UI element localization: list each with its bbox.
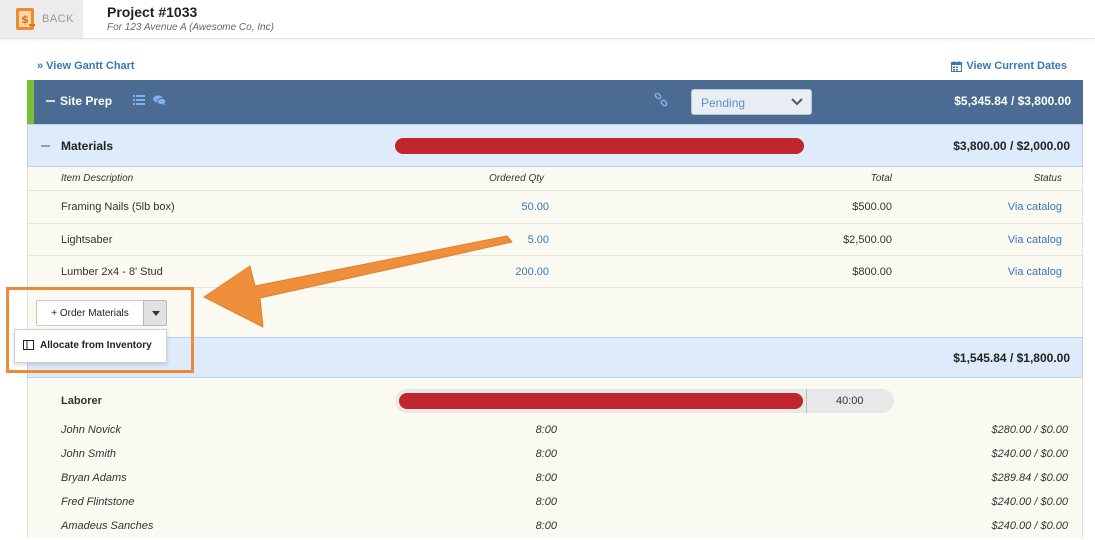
laborer-name: Amadeus Sanches (61, 520, 154, 532)
item-qty[interactable]: 5.00 (528, 234, 549, 246)
materials-section-header[interactable]: Materials $3,800.00 / $2,000.00 (27, 124, 1083, 167)
materials-progress-bar (395, 138, 804, 154)
laborer-hours: 8:00 (535, 496, 557, 508)
highlight-annotation-box (6, 287, 194, 373)
column-header-status: Status (1033, 173, 1062, 184)
collapse-icon[interactable] (46, 100, 55, 102)
laborer-hours: 8:00 (535, 520, 557, 532)
column-header-total: Total (870, 173, 892, 184)
list-item: Bryan Adams 8:00 $289.84 / $0.00 (28, 468, 1082, 492)
item-total: $2,500.00 (843, 234, 892, 246)
labor-progress-bar (399, 393, 803, 409)
svg-text:$: $ (21, 13, 29, 26)
table-row: Framing Nails (5lb box) 50.00 $500.00 Vi… (28, 190, 1082, 224)
item-description: Framing Nails (5lb box) (61, 201, 175, 213)
item-status-link[interactable]: Via catalog (1008, 201, 1062, 213)
list-item: Amadeus Sanches 8:00 $240.00 / $0.00 (28, 516, 1082, 540)
status-value: Pending (701, 96, 746, 110)
status-select[interactable]: Pending (691, 89, 812, 115)
item-status-link[interactable]: Via catalog (1008, 234, 1062, 246)
materials-title: Materials (61, 139, 114, 153)
laborer-hours: 8:00 (535, 424, 557, 436)
item-total: $800.00 (852, 266, 892, 278)
labor-total: $1,545.84 / $1,800.00 (953, 351, 1070, 365)
labor-progress-divider (806, 389, 807, 413)
project-title: Project #1033 (107, 4, 198, 20)
item-qty[interactable]: 200.00 (515, 266, 549, 278)
item-status-link[interactable]: Via catalog (1008, 266, 1062, 278)
document-dollar-icon: $ (16, 8, 35, 30)
laborer-cost: $240.00 / $0.00 (991, 496, 1068, 508)
calendar-icon (951, 60, 963, 72)
laborer-hours: 8:00 (535, 448, 557, 460)
item-qty[interactable]: 50.00 (521, 201, 549, 213)
view-current-dates-link[interactable]: View Current Dates (951, 60, 1067, 72)
laborer-cost: $280.00 / $0.00 (991, 424, 1068, 436)
page-header: $ BACK Project #1033 For 123 Avenue A (A… (0, 0, 1095, 39)
site-prep-section-header[interactable]: Site Prep Pending $5,345.84 / $3,800.00 (27, 80, 1083, 124)
laborer-name: Bryan Adams (61, 472, 127, 484)
chat-icon[interactable] (153, 95, 166, 106)
labor-table: Laborer 40:00 John Novick 8:00 $280.00 /… (27, 378, 1083, 538)
collapse-icon[interactable] (41, 145, 50, 147)
laborer-cost: $289.84 / $0.00 (991, 472, 1068, 484)
table-row: Lightsaber 5.00 $2,500.00 Via catalog (28, 223, 1082, 257)
column-header-qty: Ordered Qty (489, 173, 545, 184)
chevron-down-icon (791, 98, 803, 106)
list-icon[interactable] (133, 95, 145, 105)
materials-total: $3,800.00 / $2,000.00 (953, 139, 1070, 153)
back-button[interactable]: $ BACK (0, 0, 83, 38)
view-gantt-chart-link[interactable]: » View Gantt Chart (37, 60, 135, 72)
laborer-hours: 8:00 (535, 472, 557, 484)
list-item: John Novick 8:00 $280.00 / $0.00 (28, 420, 1082, 444)
laborer-label: Laborer (61, 395, 102, 407)
laborer-cost: $240.00 / $0.00 (991, 520, 1068, 532)
link-icon[interactable] (654, 93, 668, 107)
project-subtitle: For 123 Avenue A (Awesome Co, Inc) (107, 22, 274, 33)
column-header-description: Item Description (61, 173, 134, 184)
site-prep-title: Site Prep (60, 94, 113, 108)
list-item: John Smith 8:00 $240.00 / $0.00 (28, 444, 1082, 468)
item-total: $500.00 (852, 201, 892, 213)
item-description: Lightsaber (61, 234, 113, 246)
view-current-dates-label: View Current Dates (966, 60, 1067, 72)
list-item: Fred Flintstone 8:00 $240.00 / $0.00 (28, 492, 1082, 516)
site-prep-total: $5,345.84 / $3,800.00 (954, 94, 1071, 108)
laborer-name: John Smith (61, 448, 117, 460)
table-row: Lumber 2x4 - 8' Stud 200.00 $800.00 Via … (28, 255, 1082, 289)
item-description: Lumber 2x4 - 8' Stud (61, 266, 163, 278)
back-label: BACK (42, 13, 74, 25)
laborer-cost: $240.00 / $0.00 (991, 448, 1068, 460)
laborer-name: John Novick (61, 424, 121, 436)
labor-hours-total: 40:00 (836, 395, 864, 407)
laborer-name: Fred Flintstone (61, 496, 135, 508)
